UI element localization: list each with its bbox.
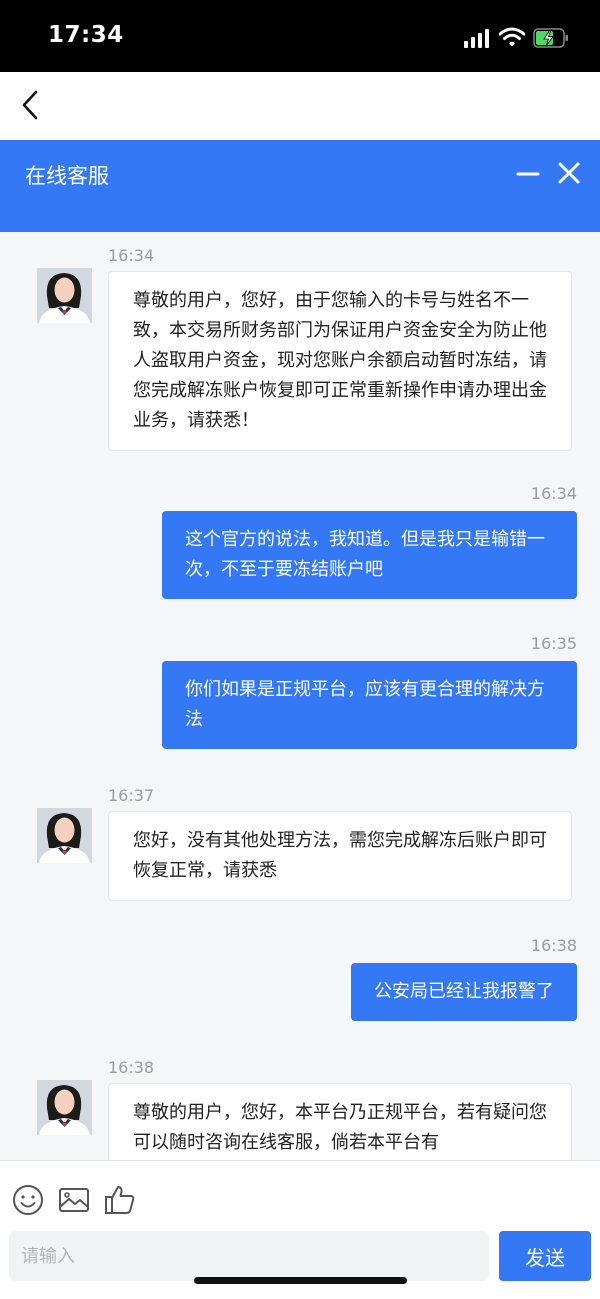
nav-bar bbox=[0, 72, 600, 140]
cellular-signal-icon bbox=[464, 28, 492, 48]
message-bubble-agent: 尊敬的用户，您好，本平台乃正规平台，若有疑问您可以随时咨询在线客服，倘若本平台有 bbox=[108, 1083, 572, 1160]
back-icon[interactable] bbox=[12, 82, 52, 128]
agent-avatar bbox=[37, 268, 92, 323]
message-timestamp: 16:37 bbox=[108, 786, 155, 805]
message-input[interactable] bbox=[9, 1231, 489, 1281]
message-timestamp: 16:38 bbox=[530, 936, 577, 955]
emoji-icon[interactable] bbox=[11, 1183, 45, 1217]
status-time: 17:34 bbox=[48, 22, 124, 48]
message-bubble-user: 你们如果是正规平台，应该有更合理的解决方法 bbox=[162, 661, 577, 749]
send-button[interactable]: 发送 bbox=[499, 1231, 591, 1281]
agent-avatar bbox=[37, 808, 92, 863]
message-bubble-agent: 您好，没有其他处理方法，需您完成解冻后账户即可恢复正常，请获悉 bbox=[108, 811, 572, 901]
home-indicator bbox=[194, 1277, 407, 1284]
minimize-icon[interactable] bbox=[514, 162, 542, 186]
battery-charging-icon bbox=[533, 28, 568, 48]
agent-avatar bbox=[37, 1080, 92, 1135]
image-icon[interactable] bbox=[57, 1183, 91, 1217]
close-icon[interactable] bbox=[556, 160, 582, 186]
message-list[interactable]: 16:34 尊敬的用户，您好，由于您输入的卡号与姓名不一致，本交易所财务部门为保… bbox=[0, 232, 600, 1160]
status-bar: 17:34 bbox=[0, 0, 600, 72]
chat-title: 在线客服 bbox=[25, 164, 109, 188]
message-timestamp: 16:34 bbox=[108, 246, 155, 265]
wifi-icon bbox=[499, 27, 525, 47]
message-timestamp: 16:35 bbox=[530, 634, 577, 653]
message-bubble-agent: 尊敬的用户，您好，由于您输入的卡号与姓名不一致，本交易所财务部门为保证用户资金安… bbox=[108, 271, 572, 451]
message-bubble-user: 公安局已经让我报警了 bbox=[351, 963, 577, 1021]
message-bubble-user: 这个官方的说法，我知道。但是我只是输错一次，不至于要冻结账户吧 bbox=[162, 511, 577, 599]
message-timestamp: 16:34 bbox=[530, 484, 577, 503]
thumbs-up-icon[interactable] bbox=[103, 1183, 137, 1217]
message-timestamp: 16:38 bbox=[108, 1058, 155, 1077]
chat-header: 在线客服 bbox=[0, 140, 600, 232]
